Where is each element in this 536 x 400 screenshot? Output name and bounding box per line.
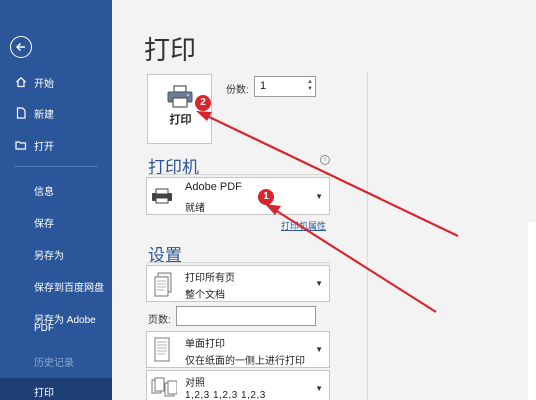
collate-select[interactable]: 对照 1,2,3 1,2,3 1,2,3 ▼ — [146, 370, 330, 400]
sidebar-item-label: 打开 — [34, 141, 54, 153]
chevron-down-icon: ▼ — [315, 384, 323, 393]
sidebar-divider — [14, 166, 98, 167]
annotation-badge-1: 1 — [258, 189, 274, 205]
back-arrow-icon — [15, 42, 25, 52]
sidebar-item-new[interactable]: 新建 — [0, 99, 112, 127]
copies-value: 1 — [260, 80, 267, 92]
sidebar-item-save-as[interactable]: 另存为 — [34, 247, 64, 262]
print-sides-main: 单面打印 — [185, 339, 225, 350]
collate-icon — [151, 377, 178, 400]
new-doc-icon — [14, 106, 28, 120]
folder-icon — [14, 138, 28, 152]
sidebar-item-save-as-pdf-line2: PDF — [34, 323, 54, 334]
section-divider — [148, 174, 330, 175]
printer-device-icon — [151, 188, 173, 209]
back-button[interactable] — [10, 36, 32, 58]
print-preview-page — [528, 222, 536, 400]
sidebar-item-info[interactable]: 信息 — [34, 183, 54, 198]
section-divider — [148, 262, 330, 263]
sidebar-item-home[interactable]: 开始 — [0, 68, 112, 96]
chevron-down-icon: ▼ — [315, 192, 323, 201]
copies-input[interactable]: 1 ▲ ▼ — [254, 76, 316, 97]
chevron-down-icon: ▼ — [315, 345, 323, 354]
printer-status: 就绪 — [185, 203, 205, 214]
printer-select[interactable]: Adobe PDF 就绪 ▼ — [146, 177, 330, 215]
copies-label: 份数: — [226, 85, 249, 96]
single-side-page-icon — [153, 337, 171, 368]
sidebar-item-open[interactable]: 打开 — [0, 131, 112, 159]
print-button-label: 打印 — [169, 114, 192, 126]
page-title: 打印 — [144, 35, 197, 65]
pages-label: 页数: — [148, 315, 171, 326]
collate-main: 对照 — [185, 378, 205, 389]
sidebar-item-history[interactable]: 历史记录 — [34, 354, 74, 369]
printer-name: Adobe PDF — [185, 181, 242, 193]
print-sides-sub: 仅在纸面的一侧上进行打印 — [185, 356, 305, 367]
annotation-badge-2: 2 — [195, 95, 211, 111]
print-range-select[interactable]: 打印所有页 整个文档 ▼ — [146, 265, 330, 302]
home-icon — [14, 75, 28, 89]
preview-divider — [367, 72, 368, 400]
printer-icon — [166, 85, 194, 114]
print-sides-select[interactable]: 单面打印 仅在纸面的一侧上进行打印 ▼ — [146, 331, 330, 368]
copies-stepper[interactable]: ▲ ▼ — [307, 79, 313, 93]
chevron-down-icon: ▼ — [315, 279, 323, 288]
printer-properties-link[interactable]: 打印机属性 — [281, 219, 326, 232]
print-range-sub: 整个文档 — [185, 290, 225, 301]
sidebar-item-label: 开始 — [34, 78, 54, 90]
sidebar-item-print[interactable]: 打印 — [0, 378, 112, 400]
sidebar-item-save[interactable]: 保存 — [34, 215, 54, 230]
sidebar-item-save-to-baidu[interactable]: 保存到百度网盘 — [34, 279, 104, 294]
pages-input[interactable] — [176, 306, 316, 326]
backstage-sidebar: 开始 新建 打开 信息 保存 另存为 保存到百度网盘 另存为 Adobe PDF… — [0, 0, 112, 400]
print-range-main: 打印所有页 — [185, 273, 235, 284]
collate-sub: 1,2,3 1,2,3 1,2,3 — [185, 390, 266, 400]
annotation-arrow-2 — [202, 113, 459, 237]
sidebar-item-label: 新建 — [34, 109, 54, 121]
info-icon[interactable]: i — [320, 155, 330, 165]
document-pages-icon — [153, 272, 173, 303]
sidebar-item-label: 打印 — [34, 388, 54, 399]
